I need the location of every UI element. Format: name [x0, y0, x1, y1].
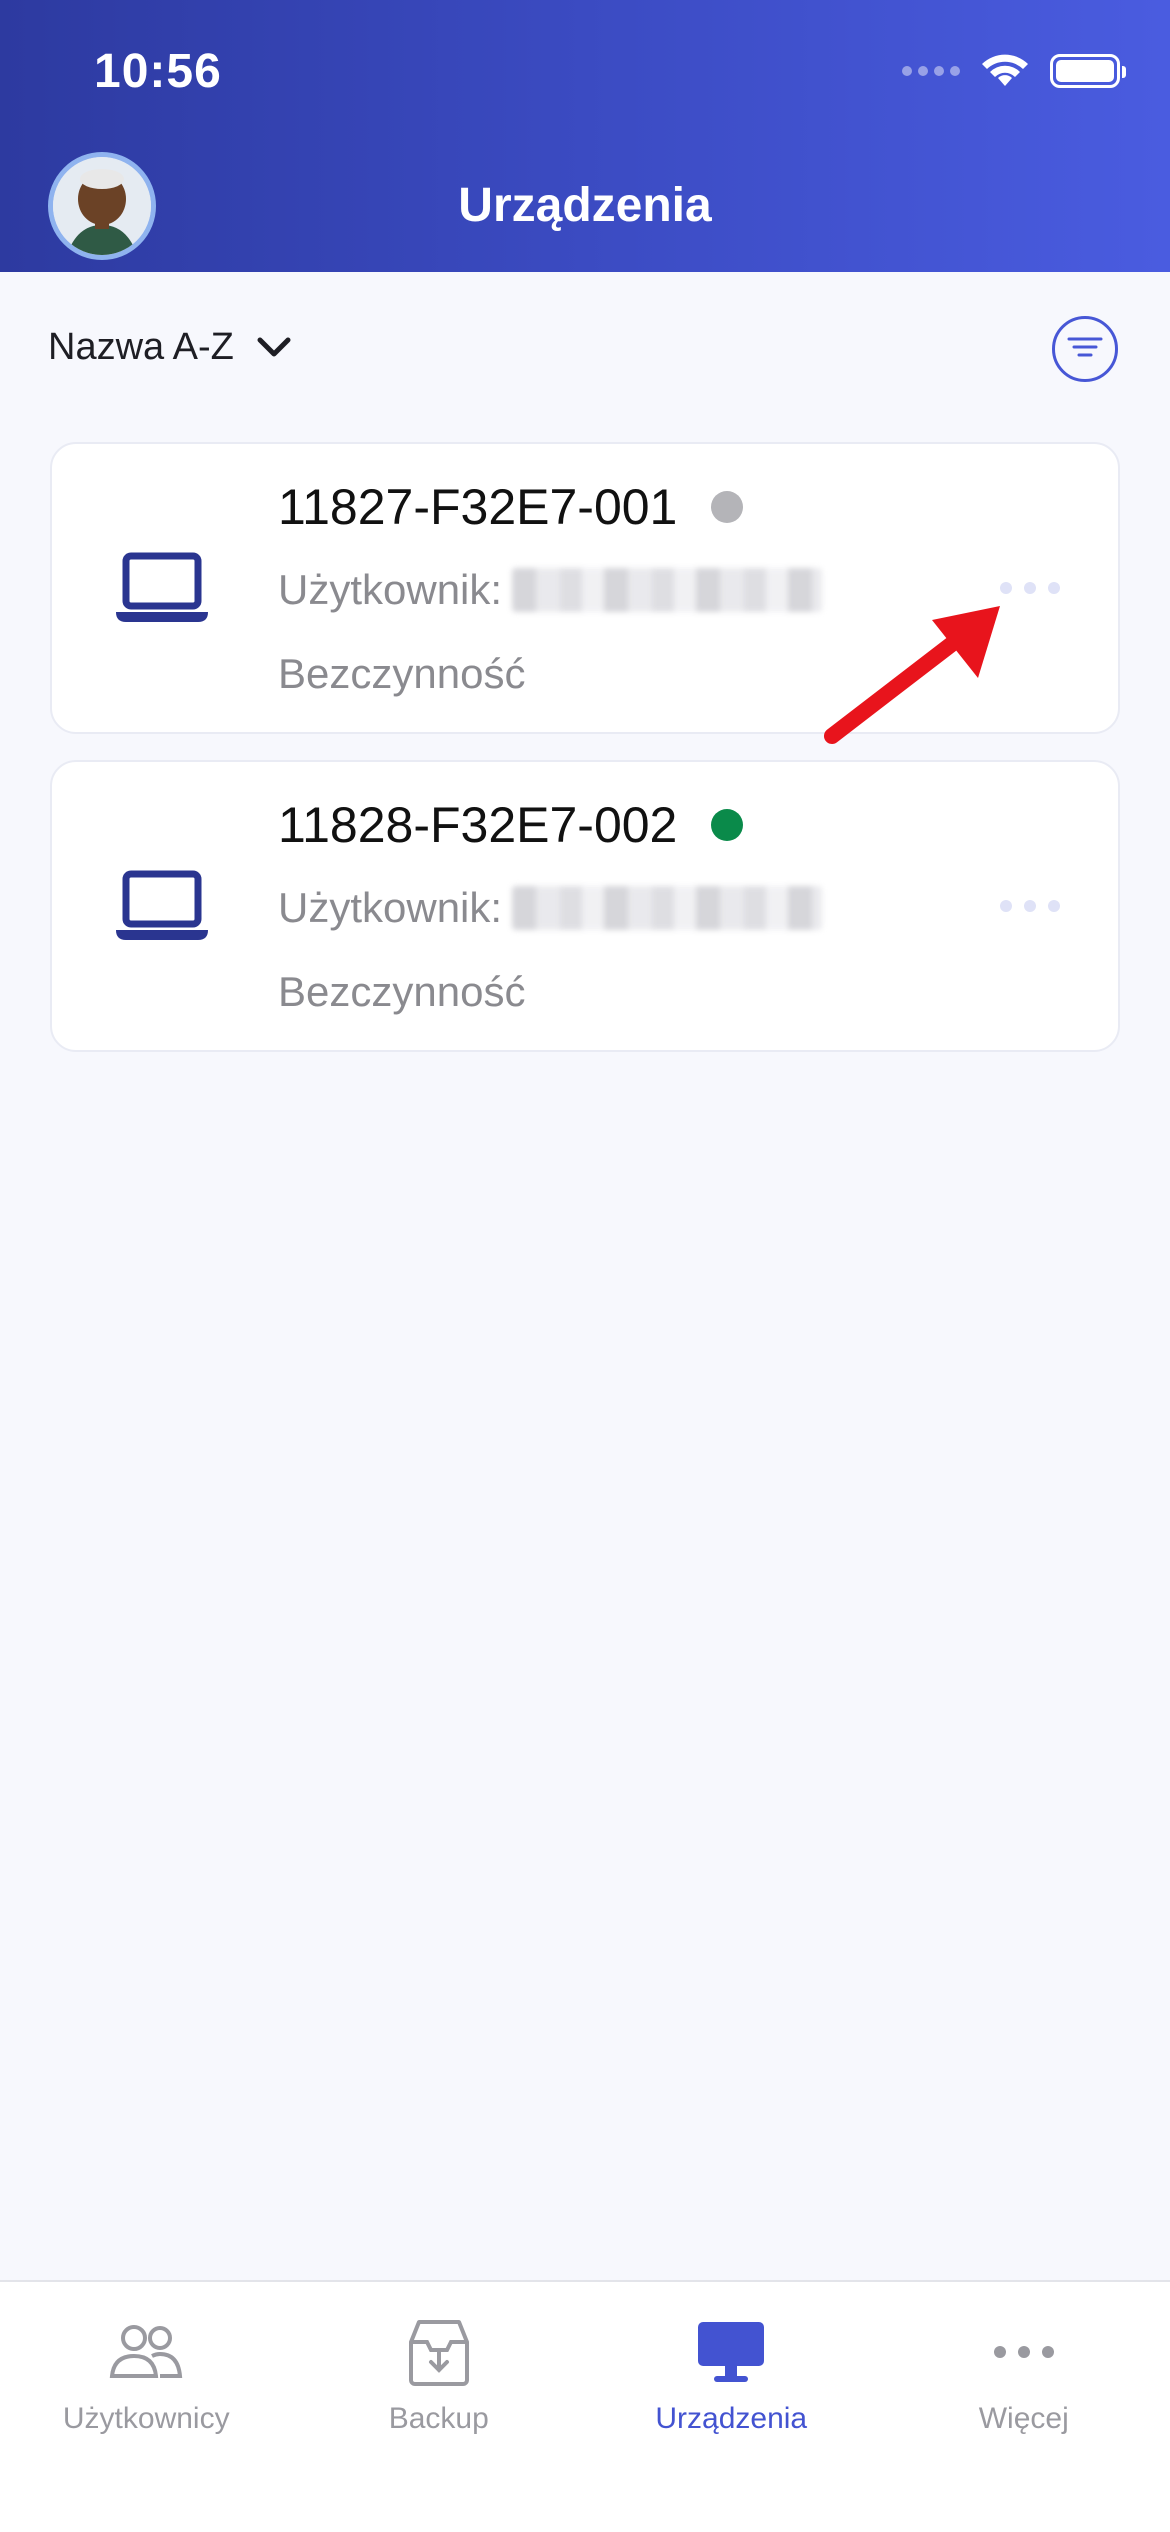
- monitor-icon: [698, 2322, 765, 2382]
- tab-devices[interactable]: Urządzenia: [585, 2282, 878, 2532]
- users-icon: [110, 2325, 183, 2378]
- device-state: Bezczynność: [278, 968, 526, 1015]
- device-name-row: 11828-F32E7-002: [278, 796, 744, 854]
- tab-users[interactable]: Użytkownicy: [0, 2282, 293, 2532]
- device-user: Użytkownik:: [278, 884, 823, 932]
- tab-label: Więcej: [978, 2402, 1069, 2435]
- device-name-row: 11827-F32E7-001: [278, 478, 744, 536]
- sort-dropdown[interactable]: Nazwa A-Z: [48, 326, 292, 369]
- laptop-icon: [116, 552, 208, 622]
- bottom-tab-bar: Użytkownicy Backup Urządzenia Więcej: [0, 2280, 1170, 2532]
- filter-button[interactable]: [1052, 316, 1118, 382]
- status-time: 10:56: [94, 45, 222, 98]
- filter-icon: [1067, 337, 1103, 357]
- battery-icon: [1050, 54, 1126, 88]
- more-icon: [993, 2346, 1054, 2358]
- wifi-icon: [982, 54, 1028, 86]
- device-user: Użytkownik:: [278, 566, 823, 614]
- tab-label: Urządzenia: [655, 2402, 808, 2435]
- device-name: 11828-F32E7-002: [278, 797, 678, 853]
- status-indicator: [711, 809, 744, 841]
- tab-backup[interactable]: Backup: [293, 2282, 586, 2532]
- sort-label: Nazwa A-Z: [48, 326, 234, 368]
- status-icons: [902, 52, 1126, 90]
- device-card[interactable]: 11828-F32E7-002 Użytkownik: Bezczynność: [50, 760, 1120, 1052]
- tab-label: Backup: [388, 2402, 489, 2435]
- redacted-username: [512, 568, 823, 612]
- user-label: Użytkownik:: [278, 884, 503, 931]
- page-title: Urządzenia: [458, 179, 712, 232]
- chevron-down-icon: [257, 337, 291, 356]
- app-header: 10:56 Urządzenia: [0, 0, 1170, 272]
- redacted-username: [512, 886, 823, 930]
- annotation-arrow: [824, 606, 1000, 744]
- tab-label: Użytkownicy: [62, 2402, 230, 2435]
- archive-box-icon: [408, 2320, 469, 2386]
- device-name: 11827-F32E7-001: [278, 479, 678, 535]
- more-options-button[interactable]: [990, 890, 1070, 922]
- signal-icon: [902, 66, 960, 76]
- tab-more[interactable]: Więcej: [878, 2282, 1170, 2532]
- laptop-icon: [116, 870, 208, 940]
- device-state: Bezczynność: [278, 650, 526, 697]
- user-label: Użytkownik:: [278, 566, 503, 613]
- status-indicator: [711, 491, 744, 523]
